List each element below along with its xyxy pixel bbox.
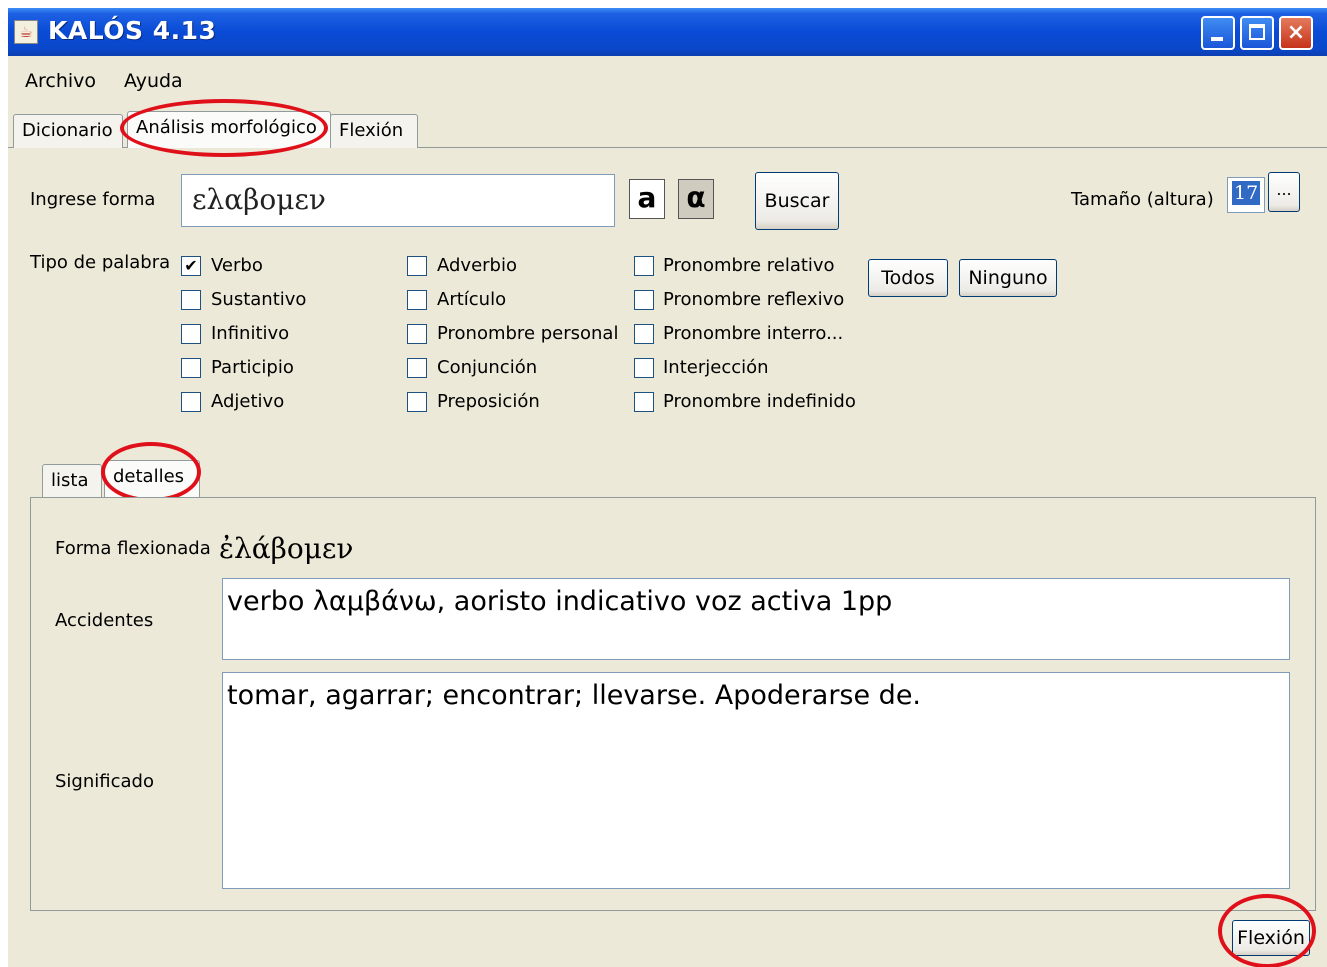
checkbox-pronombre-personal[interactable] xyxy=(407,324,427,344)
details-panel: Forma flexionada ἐλάβομεν Accidentes ver… xyxy=(30,497,1316,911)
accidents-label: Accidentes xyxy=(55,610,154,631)
window-title: KALÓS 4.13 xyxy=(48,16,217,45)
size-label: Tamaño (altura) xyxy=(1071,189,1214,210)
checkbox-label: Pronombre reflexivo xyxy=(663,289,845,310)
check-icon: ✔ xyxy=(184,256,198,275)
word-type-label: Tipo de palabra xyxy=(30,252,171,273)
menu-archivo[interactable]: Archivo xyxy=(25,70,96,92)
inflected-form-label: Forma flexionada xyxy=(55,538,211,559)
size-more-button[interactable]: ... xyxy=(1268,172,1300,212)
ninguno-button[interactable]: Ninguno xyxy=(959,259,1057,297)
checkbox-label: Verbo xyxy=(211,255,263,276)
checkbox-label: Interjección xyxy=(663,357,769,378)
minimize-button[interactable] xyxy=(1201,16,1235,50)
size-value: 17 xyxy=(1232,181,1261,205)
checkbox-interjeccion[interactable] xyxy=(634,358,654,378)
checkbox-pronombre-reflexivo[interactable] xyxy=(634,290,654,310)
close-button[interactable]: × xyxy=(1279,16,1313,50)
checkbox-pronombre-indefinido[interactable] xyxy=(634,392,654,412)
checkbox-verbo[interactable]: ✔ xyxy=(181,256,201,276)
inflected-form-value: ἐλάβομεν xyxy=(219,532,354,565)
size-field[interactable]: 17 xyxy=(1227,177,1265,213)
checkbox-label: Adjetivo xyxy=(211,391,285,412)
input-label: Ingrese forma xyxy=(30,189,156,210)
meaning-label: Significado xyxy=(55,771,154,792)
checkbox-label: Preposición xyxy=(437,391,540,412)
checkbox-infinitivo[interactable] xyxy=(181,324,201,344)
checkbox-participio[interactable] xyxy=(181,358,201,378)
tab-dicionario[interactable]: Dicionario xyxy=(13,114,123,148)
tab-flexion[interactable]: Flexión xyxy=(330,114,418,148)
checkbox-label: Artículo xyxy=(437,289,507,310)
checkbox-label: Adverbio xyxy=(437,255,517,276)
buscar-button[interactable]: Buscar xyxy=(755,172,839,230)
flexion-button[interactable]: Flexión xyxy=(1232,920,1310,956)
meaning-field[interactable]: tomar, agarrar; encontrar; llevarse. Apo… xyxy=(222,672,1290,889)
checkbox-preposicion[interactable] xyxy=(407,392,427,412)
accidents-field[interactable]: verbo λαμβάνω, aoristo indicativo voz ac… xyxy=(222,578,1290,660)
checkbox-articulo[interactable] xyxy=(407,290,427,310)
checkbox-label: Participio xyxy=(211,357,294,378)
checkbox-pronombre-interrogativo[interactable] xyxy=(634,324,654,344)
menu-bar: Archivo Ayuda xyxy=(8,56,1327,112)
forma-input[interactable]: ελαβομεν xyxy=(181,174,615,227)
subtab-lista[interactable]: lista xyxy=(42,464,102,498)
maximize-button[interactable] xyxy=(1240,16,1274,50)
checkbox-label: Pronombre interro... xyxy=(663,323,844,344)
todos-button[interactable]: Todos xyxy=(868,259,948,297)
checkbox-label: Infinitivo xyxy=(211,323,290,344)
checkbox-label: Pronombre relativo xyxy=(663,255,835,276)
checkbox-pronombre-relativo[interactable] xyxy=(634,256,654,276)
java-app-icon: ☕ xyxy=(14,20,38,44)
latin-char-button[interactable]: a xyxy=(629,179,665,219)
checkbox-conjuncion[interactable] xyxy=(407,358,427,378)
checkbox-label: Conjunción xyxy=(437,357,538,378)
menu-ayuda[interactable]: Ayuda xyxy=(124,70,183,92)
checkbox-sustantivo[interactable] xyxy=(181,290,201,310)
tab-analisis-morfologico[interactable]: Análisis morfológico xyxy=(127,111,331,148)
title-bar[interactable]: ☕ KALÓS 4.13 × xyxy=(8,8,1327,56)
checkbox-adjetivo[interactable] xyxy=(181,392,201,412)
close-icon: × xyxy=(1286,20,1306,45)
checkbox-label: Pronombre personal xyxy=(437,323,619,344)
greek-char-button[interactable]: α xyxy=(678,179,714,219)
checkbox-label: Pronombre indefinido xyxy=(663,391,856,412)
subtab-detalles[interactable]: detalles xyxy=(104,460,200,498)
app-window: ☕ KALÓS 4.13 × Archivo Ayuda Dicionario … xyxy=(8,8,1327,967)
checkbox-adverbio[interactable] xyxy=(407,256,427,276)
checkbox-label: Sustantivo xyxy=(211,289,307,310)
